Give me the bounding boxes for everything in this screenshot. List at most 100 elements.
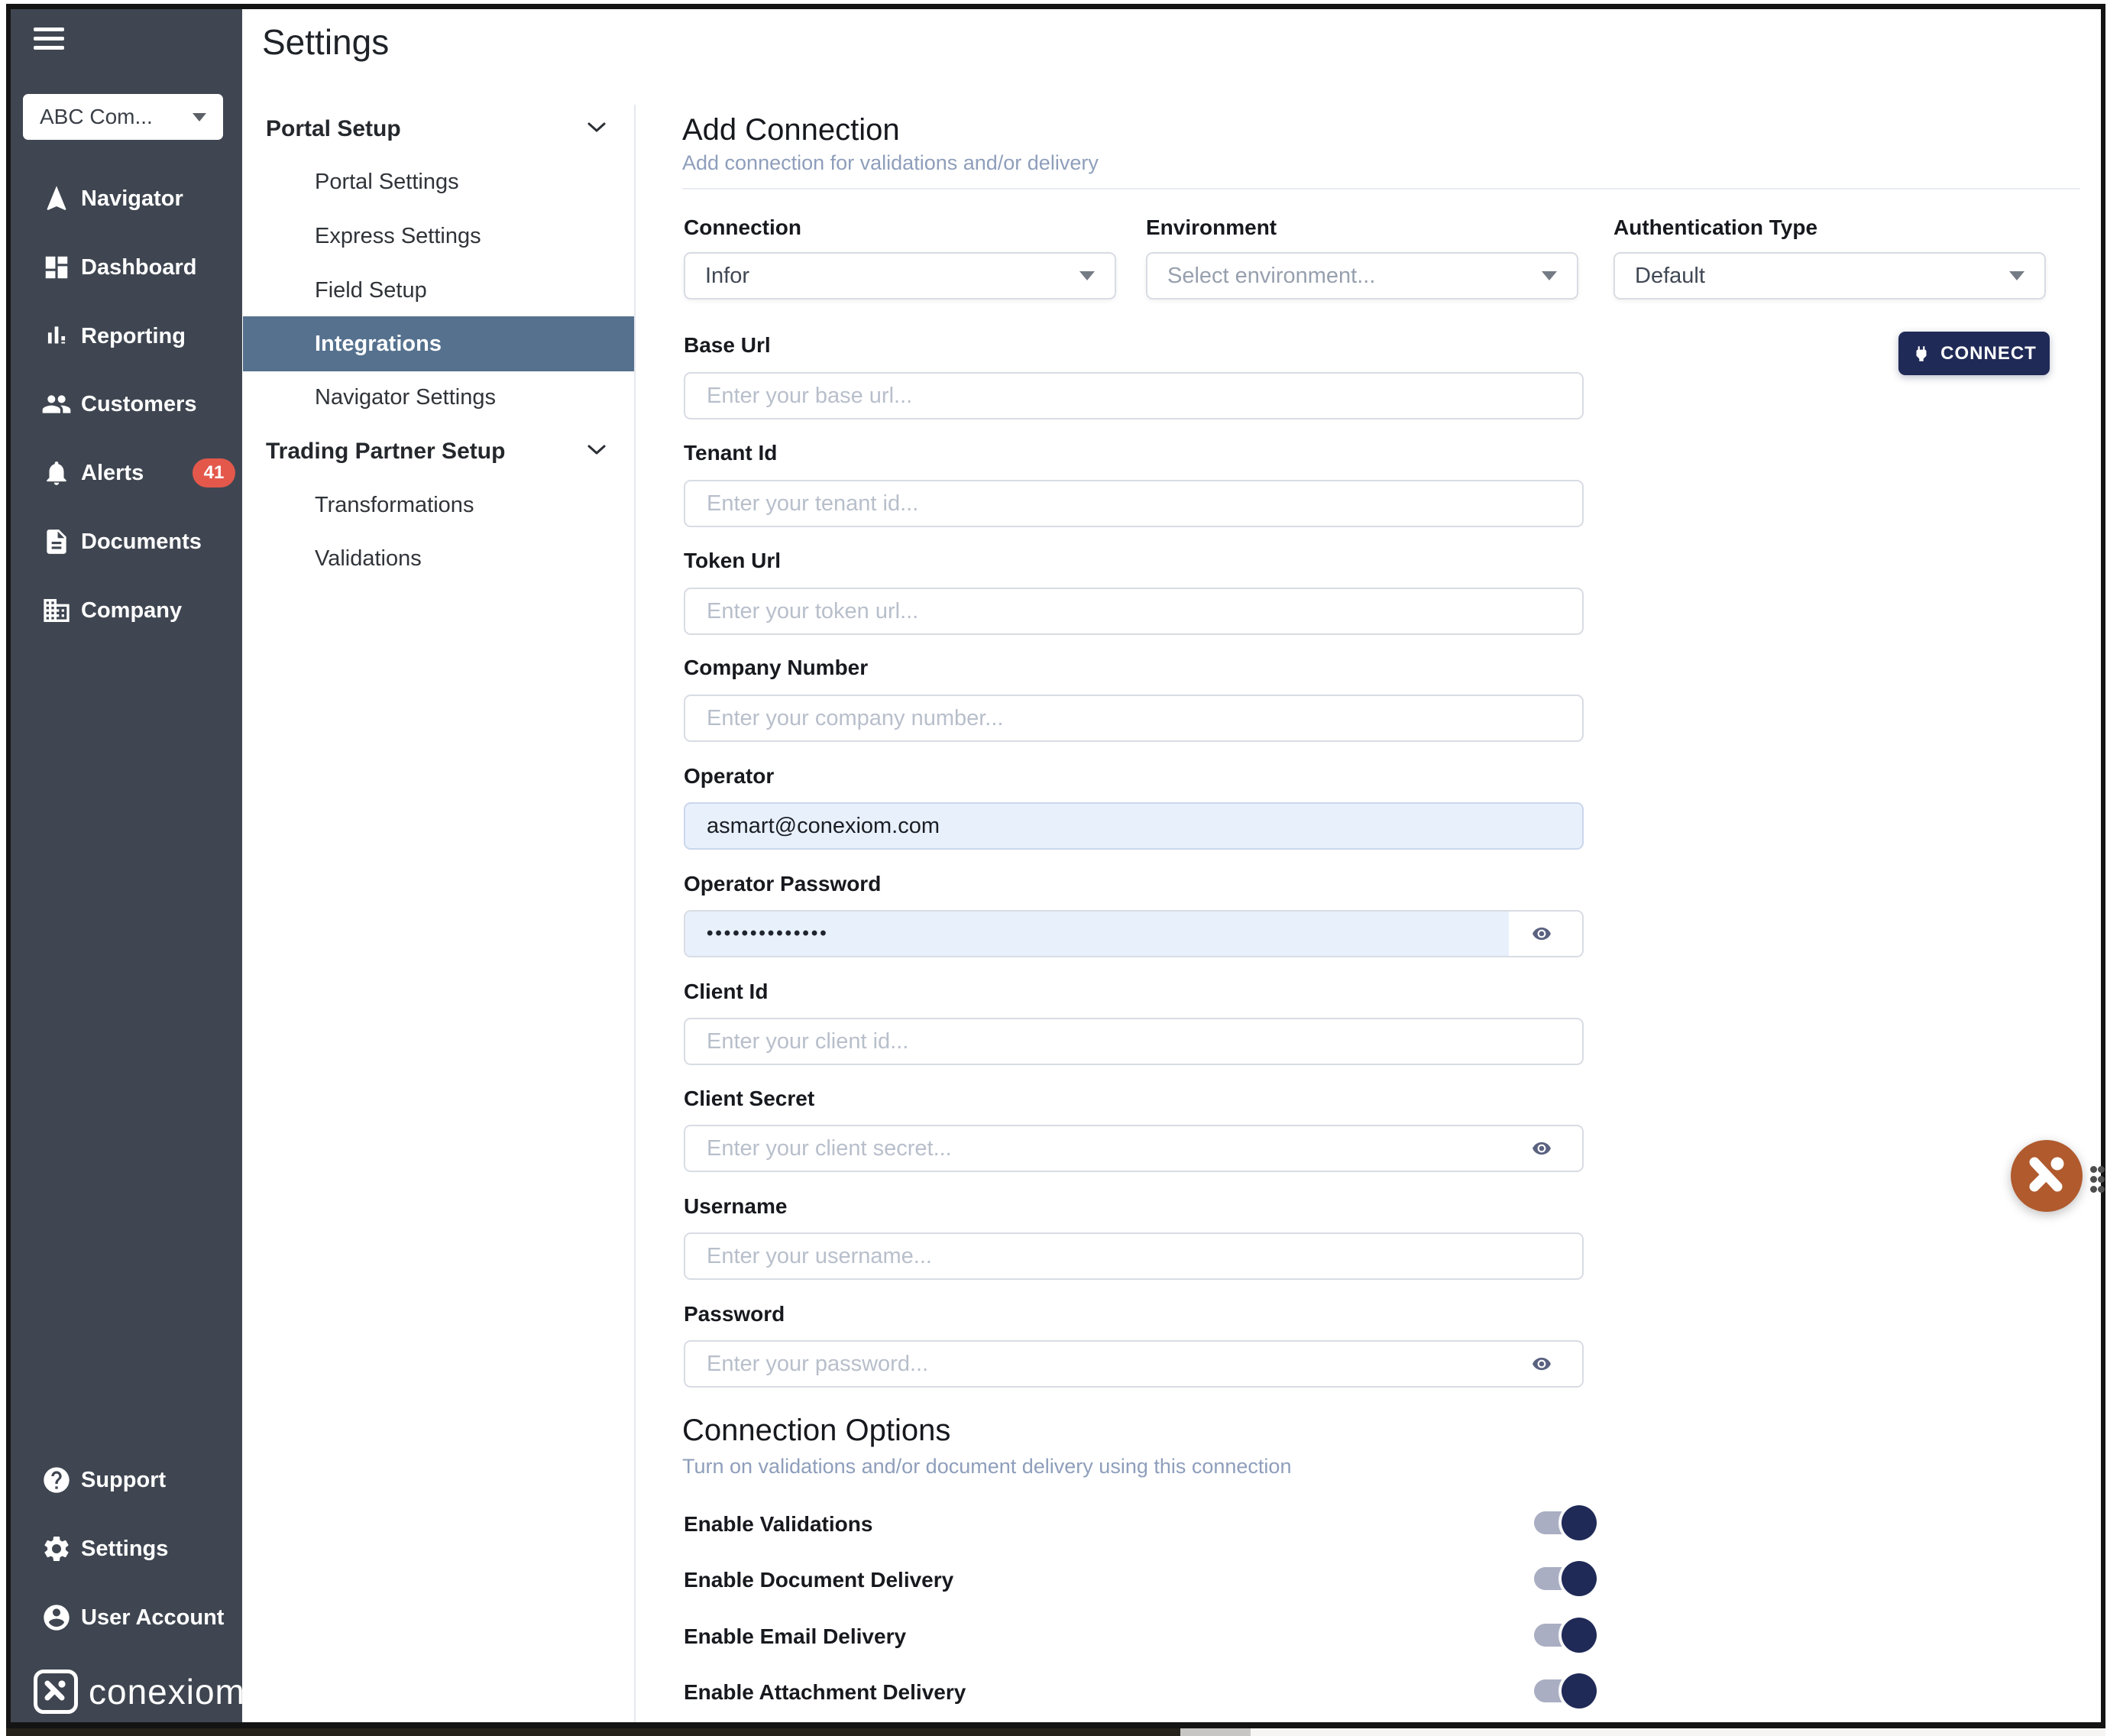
field-input-token-url[interactable] [684, 588, 1584, 635]
nav-item-portal-settings[interactable]: Portal Settings [315, 170, 459, 195]
sidebar-item-navigator[interactable]: Navigator [11, 171, 242, 226]
field-input-password[interactable] [684, 1340, 1584, 1388]
sidebar-item-user-account[interactable]: User Account [11, 1590, 242, 1645]
window-border-right [2101, 4, 2105, 1728]
show-password-eye-icon[interactable] [1525, 1132, 1558, 1165]
desktop-wallpaper-strip-light [1251, 1728, 2105, 1736]
sidebar-item-dashboard[interactable]: Dashboard [11, 240, 242, 295]
field-input-company-number[interactable] [684, 695, 1584, 742]
page-title: Settings [262, 21, 389, 63]
field-label-operator: Operator [684, 764, 774, 789]
nav-item-field-setup[interactable]: Field Setup [315, 278, 427, 303]
show-password-eye-icon[interactable] [1525, 1347, 1558, 1381]
field-input-username[interactable] [684, 1232, 1584, 1280]
gear-icon [41, 1534, 72, 1564]
bar-chart-icon [41, 321, 72, 351]
select-authentication-type[interactable]: Default [1613, 252, 2046, 300]
sidebar-item-label: Dashboard [81, 255, 196, 280]
select-connection[interactable]: Infor [684, 252, 1116, 300]
sidebar-item-label: Reporting [81, 324, 186, 349]
menu-hamburger-icon[interactable] [34, 28, 64, 50]
sidebar-item-reporting[interactable]: Reporting [11, 309, 242, 364]
company-selector-value: ABC Com... [40, 105, 153, 129]
sidebar-item-customers[interactable]: Customers [11, 377, 242, 432]
sidebar-item-support[interactable]: Support [11, 1453, 242, 1508]
people-icon [41, 389, 72, 419]
conexiom-logo: conexiom [34, 1670, 245, 1714]
toggle-label-enable-attachment-delivery: Enable Attachment Delivery [684, 1680, 966, 1705]
dashboard-icon [41, 252, 72, 283]
select-environment[interactable]: Select environment... [1146, 252, 1578, 300]
sidebar-item-label: Customers [81, 392, 197, 417]
nav-item-validations[interactable]: Validations [315, 546, 422, 572]
sidebar-item-settings[interactable]: Settings [11, 1521, 242, 1576]
conexiom-x-icon [2011, 1140, 2083, 1212]
building-icon [41, 595, 72, 626]
field-label-username: Username [684, 1194, 787, 1219]
field-label-base-url: Base Url [684, 333, 771, 358]
desktop-wallpaper-item [1180, 1728, 1251, 1736]
nav-group-portal-setup[interactable]: Portal Setup [266, 116, 401, 142]
toggle-label-enable-validations: Enable Validations [684, 1512, 872, 1537]
plug-icon [1911, 344, 1931, 364]
sidebar-item-documents[interactable]: Documents [11, 514, 242, 569]
alerts-count-badge: 41 [193, 458, 235, 487]
sidebar-item-company[interactable]: Company [11, 583, 242, 638]
conexiom-logo-icon [34, 1670, 78, 1714]
select-value: Infor [705, 264, 749, 289]
sidebar-item-label: Support [81, 1468, 166, 1493]
nav-item-transformations[interactable]: Transformations [315, 493, 474, 518]
chevron-down-icon[interactable] [587, 444, 607, 460]
field-input-client-id[interactable] [684, 1018, 1584, 1065]
field-label-company-number: Company Number [684, 656, 868, 680]
connect-button[interactable]: CONNECT [1898, 332, 2050, 375]
content-subheading: Add connection for validations and/or de… [682, 151, 1099, 175]
field-label-password: Password [684, 1302, 785, 1326]
document-icon [41, 526, 72, 557]
nav-item-navigator-settings[interactable]: Navigator Settings [315, 385, 496, 410]
company-selector[interactable]: ABC Com... [23, 94, 223, 140]
field-input-client-secret[interactable] [684, 1125, 1584, 1172]
toggle-label-enable-email-delivery: Enable Email Delivery [684, 1624, 906, 1649]
sidebar-item-label: Company [81, 598, 182, 623]
window-border-bottom [6, 1722, 2105, 1728]
desktop-wallpaper-strip [6, 1728, 1180, 1736]
field-label-client-id: Client Id [684, 980, 768, 1004]
show-password-eye-icon[interactable] [1525, 917, 1558, 951]
navigation-icon [41, 183, 72, 214]
content-heading: Add Connection [682, 113, 900, 147]
conexiom-fab-button[interactable] [2011, 1140, 2083, 1212]
user-icon [41, 1602, 72, 1633]
field-label-operator-password: Operator Password [684, 872, 881, 896]
nav-content-divider [634, 105, 636, 1722]
drag-dot [2098, 1186, 2105, 1193]
caret-down-icon [193, 113, 206, 121]
caret-down-icon [2009, 271, 2024, 280]
conexiom-wordmark: conexiom [89, 1671, 245, 1712]
toggle-label-enable-document-delivery: Enable Document Delivery [684, 1568, 953, 1592]
sidebar-item-label: User Account [81, 1605, 224, 1631]
nav-group-trading-partner-setup[interactable]: Trading Partner Setup [266, 439, 505, 465]
field-input-operator[interactable] [684, 802, 1584, 850]
window-border-top [6, 4, 2105, 9]
sidebar-item-label: Navigator [81, 186, 183, 212]
select-label-authentication-type: Authentication Type [1613, 215, 1817, 240]
toggle-knob-enable-attachment-delivery[interactable] [1562, 1673, 1597, 1708]
toggle-knob-enable-validations[interactable] [1562, 1505, 1597, 1540]
field-input-tenant-id[interactable] [684, 480, 1584, 527]
drag-dot [2098, 1176, 2105, 1183]
chevron-down-icon[interactable] [587, 121, 607, 138]
toggle-knob-enable-email-delivery[interactable] [1562, 1618, 1597, 1653]
toggle-knob-enable-document-delivery[interactable] [1562, 1561, 1597, 1596]
content-divider [682, 188, 2080, 189]
drag-dot [2098, 1166, 2105, 1173]
caret-down-icon [1542, 271, 1557, 280]
select-label-environment: Environment [1146, 215, 1277, 240]
field-input-base-url[interactable] [684, 372, 1584, 419]
sidebar-item-alerts[interactable]: Alerts41 [11, 445, 242, 500]
help-icon [41, 1465, 72, 1495]
nav-item-express-settings[interactable]: Express Settings [315, 224, 481, 249]
field-operator-password: •••••••••••••• [684, 910, 1584, 957]
drag-dot [2090, 1176, 2097, 1183]
nav-item-integrations[interactable]: Integrations [315, 332, 442, 357]
